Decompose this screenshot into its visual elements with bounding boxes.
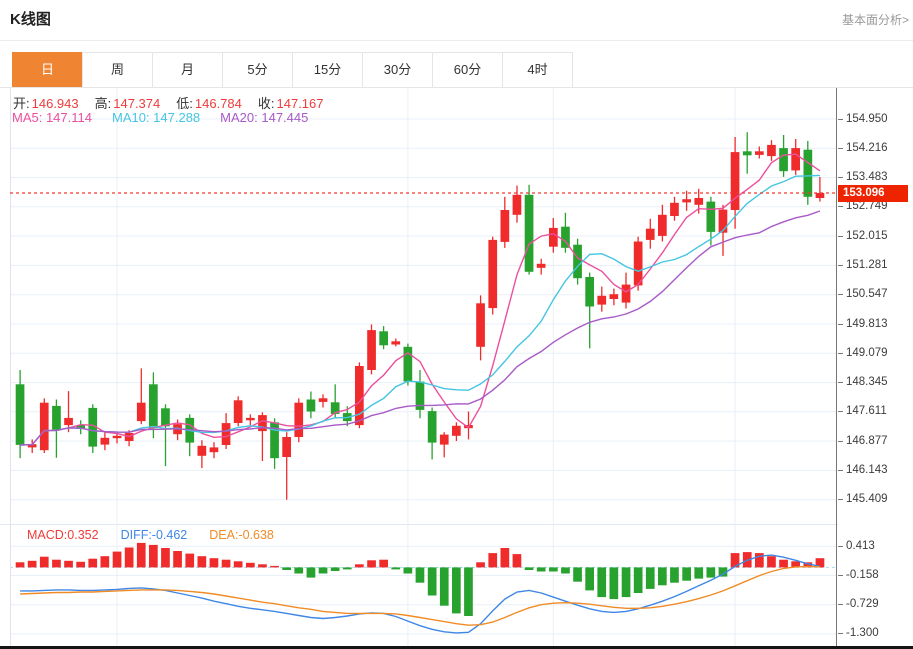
macd-chart-canvas[interactable] — [0, 524, 838, 646]
price-tick-label: 154.216 — [838, 141, 888, 156]
period-tab-7[interactable]: 4时 — [502, 52, 573, 88]
macd-tick-label: -0.729 — [838, 597, 879, 612]
price-tick-label: 151.281 — [838, 258, 888, 273]
macd-tick-label: -1.300 — [838, 626, 879, 641]
period-tabbar: 日周月 5分 15分 30分 60分 4时 — [12, 52, 573, 88]
price-tick-label: 153.483 — [838, 170, 888, 185]
macd-tick-label: 0.413 — [838, 539, 875, 554]
price-tick-label: 152.749 — [838, 199, 888, 214]
period-tab-1[interactable]: 周 — [82, 52, 153, 88]
price-axis: 154.950 154.216 153.483 152.749 152.015 151.2… — [838, 88, 913, 524]
period-tab-3[interactable]: 5分 — [222, 52, 293, 88]
macd-tick-label: -0.158 — [838, 568, 879, 583]
price-tick-label: 152.015 — [838, 229, 888, 244]
price-tick-label: 149.079 — [838, 346, 888, 361]
fundamental-analysis-link[interactable]: 基本面分析> — [842, 11, 909, 28]
price-tick-label: 147.611 — [838, 404, 887, 419]
macd-axis: 0.413 -0.158 -0.729 -1.300 — [838, 524, 913, 646]
main-chart-canvas[interactable] — [0, 88, 838, 524]
price-tick-label: 149.813 — [838, 317, 888, 332]
price-tick-label: 146.143 — [838, 463, 888, 478]
price-tick-label: 145.409 — [838, 492, 888, 507]
header-divider — [0, 40, 913, 41]
price-tick-label: 150.547 — [838, 287, 888, 302]
period-tab-2[interactable]: 月 — [152, 52, 223, 88]
current-price-badge: 153.096 — [838, 184, 908, 202]
kline-widget: K线图 基本面分析> 日周月 5分 15分 30分 60分 4时 开: 146.943 高: 1… — [0, 0, 913, 649]
period-tab-5[interactable]: 30分 — [362, 52, 433, 88]
price-tick-label: 148.345 — [838, 375, 888, 390]
period-tab-0[interactable]: 日 — [12, 52, 83, 88]
price-tick-label: 154.950 — [838, 112, 888, 127]
page-title: K线图 — [10, 11, 51, 28]
price-tick-label: 146.877 — [838, 434, 888, 449]
period-tab-6[interactable]: 60分 — [432, 52, 503, 88]
period-tab-4[interactable]: 15分 — [292, 52, 363, 88]
